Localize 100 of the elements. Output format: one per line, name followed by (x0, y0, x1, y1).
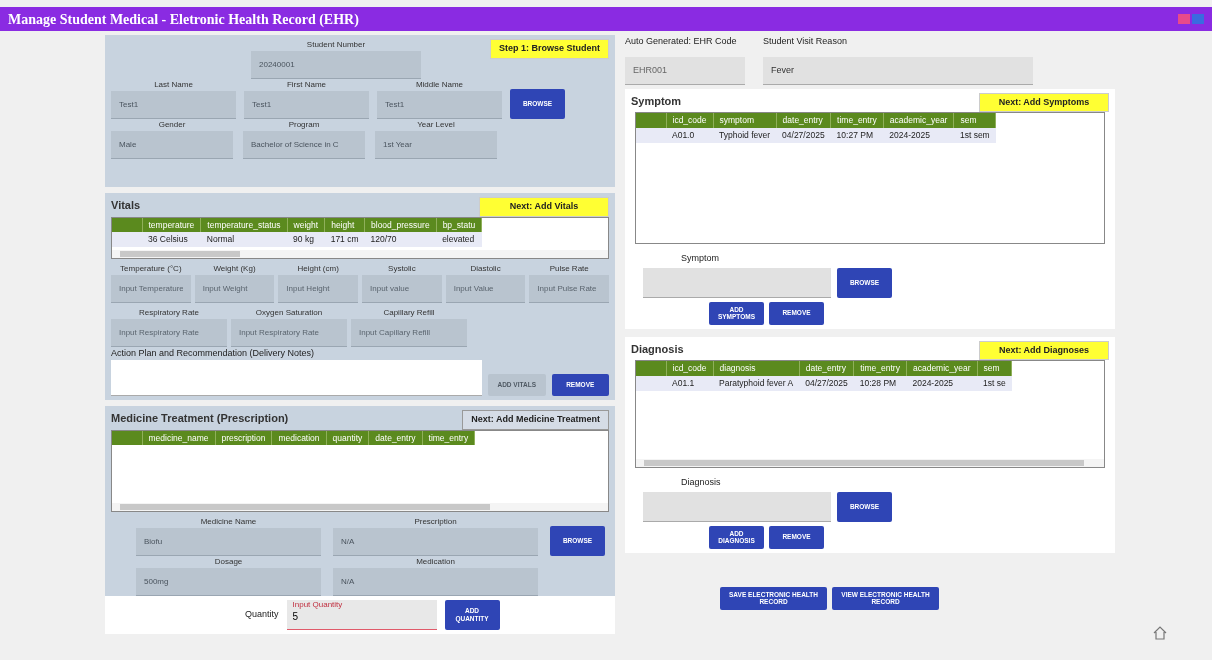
input-field[interactable]: Bachelor of Science in C (243, 131, 365, 159)
column-header: blood_pressure (364, 217, 437, 233)
field-label: Program (287, 119, 321, 131)
input-field[interactable]: Input Height (278, 274, 358, 303)
field-label: Temperature (°C) (119, 262, 183, 275)
field-label: Symptom (681, 252, 720, 265)
next-label: Next: Add Symptoms (979, 92, 1109, 112)
field-label: Oxygen Saturation (254, 306, 324, 319)
column-header: quantity (326, 430, 369, 446)
section-title: Medicine Treatment (Prescription) (111, 411, 289, 426)
input-field[interactable]: Fever (763, 56, 1033, 85)
column-header: medication (271, 430, 327, 446)
input-field[interactable]: 1st Year (375, 131, 497, 159)
column-header: time_entry (830, 113, 884, 128)
row-header (636, 113, 666, 128)
quantity-field[interactable]: Input Quantity 5 (286, 599, 437, 630)
field-label: First Name (285, 79, 328, 91)
column-header: weight (287, 217, 325, 233)
input-field[interactable]: Test1 (377, 91, 502, 119)
column-header: date_entry (368, 430, 422, 446)
field-label: Dosage (213, 555, 244, 568)
input-field[interactable]: Input Capillary Refill (351, 318, 467, 347)
column-header: time_entry (853, 361, 907, 376)
input-field[interactable]: Biofu (136, 527, 321, 556)
field-label: Student Visit Reason (763, 35, 848, 48)
column-header: symptom (713, 113, 777, 128)
column-header: academic_year (906, 361, 978, 376)
column-header: height (324, 217, 365, 233)
column-header: icd_code (666, 113, 714, 128)
floating-label: Input Quantity (292, 600, 344, 609)
quantity-input[interactable]: 5 (292, 608, 431, 624)
input-field[interactable]: Input Temperature (111, 274, 191, 303)
field-label: Capillary Refill (382, 306, 436, 319)
field-label: Diastolic (469, 262, 502, 275)
field-label: Year Level (416, 119, 456, 131)
input-field[interactable]: Test1 (111, 91, 236, 119)
column-header: temperature (142, 217, 201, 233)
table-cell: elevated (436, 232, 482, 247)
home-icon[interactable] (1152, 625, 1168, 641)
column-header: sem (953, 113, 996, 128)
input-field[interactable]: Test1 (244, 91, 369, 119)
input-field[interactable]: N/A (333, 567, 538, 596)
input-field[interactable]: EHR001 (625, 56, 745, 85)
field-label: Gender (157, 119, 187, 131)
column-header: date_entry (776, 113, 831, 128)
input-field[interactable] (643, 267, 831, 298)
field-label: Weight (Kg) (212, 262, 257, 275)
input-field[interactable] (643, 491, 831, 522)
row-header (112, 232, 142, 247)
field-label: Last Name (153, 79, 194, 91)
input-field[interactable]: Input Weight (194, 274, 275, 303)
field-label: Middle Name (414, 79, 465, 91)
input-field[interactable]: Input Value (445, 274, 526, 303)
column-header: prescription (215, 430, 272, 446)
field-label: Medication (415, 555, 456, 568)
input-field[interactable]: Input Pulse Rate (529, 274, 610, 303)
section-title: Vitals (111, 198, 141, 213)
field-label: Student Number (305, 39, 367, 51)
input-field[interactable]: Input Respiratory Rate (111, 318, 227, 347)
window-title: Manage Student Medical - Eletronic Health Record (EHR) (8, 10, 359, 29)
field-label: Medicine Name (199, 515, 258, 528)
field-label: Systolic (387, 262, 417, 275)
next-label: Next: Add Vitals (479, 197, 609, 217)
row-header (112, 217, 142, 233)
field-label: Pulse Rate (548, 262, 590, 275)
column-header: date_entry (799, 361, 854, 376)
table-cell: 90 kg (287, 232, 325, 247)
section-title: Symptom (631, 93, 682, 109)
input-field[interactable]: 20240001 (251, 51, 421, 79)
field-label: Height (cm) (296, 262, 340, 275)
column-header: temperature_status (200, 217, 288, 233)
input-field[interactable]: Male (111, 131, 233, 159)
column-header: bp_statu (436, 217, 482, 233)
field-label: Prescription (413, 515, 458, 528)
table-cell: 120/70 (364, 232, 437, 247)
column-header: time_entry (422, 430, 475, 446)
input-field[interactable]: Input Respiratory Rate (231, 318, 347, 347)
input-field[interactable]: N/A (333, 527, 538, 556)
input-field[interactable]: 500mg (136, 567, 321, 596)
field-label: Auto Generated: EHR Code (625, 35, 738, 48)
step-label: Step 1: Browse Student (490, 39, 609, 59)
section-title: Diagnosis (631, 341, 684, 357)
column-header: academic_year (883, 113, 954, 128)
column-header: diagnosis (713, 361, 800, 376)
quantity-label: Quantity (245, 607, 279, 621)
next-label: Next: Add Diagnoses (979, 340, 1109, 360)
table-cell: 36 Celsius (142, 232, 201, 247)
table-cell: Normal (200, 232, 288, 247)
column-header: medicine_name (142, 430, 215, 446)
field-label: Diagnosis (681, 476, 722, 489)
row-header (112, 430, 142, 446)
notes-label: Action Plan and Recommendation (Delivery Notes) (111, 346, 316, 360)
row-header (636, 361, 666, 376)
input-field[interactable]: Input value (362, 274, 442, 303)
notes-field[interactable] (111, 360, 482, 396)
next-label: Next: Add Medicine Treatment (462, 410, 609, 430)
table-cell: 171 cm (324, 232, 365, 247)
field-label: Respiratory Rate (138, 306, 200, 319)
column-header: icd_code (666, 361, 714, 376)
column-header: sem (977, 361, 1012, 376)
